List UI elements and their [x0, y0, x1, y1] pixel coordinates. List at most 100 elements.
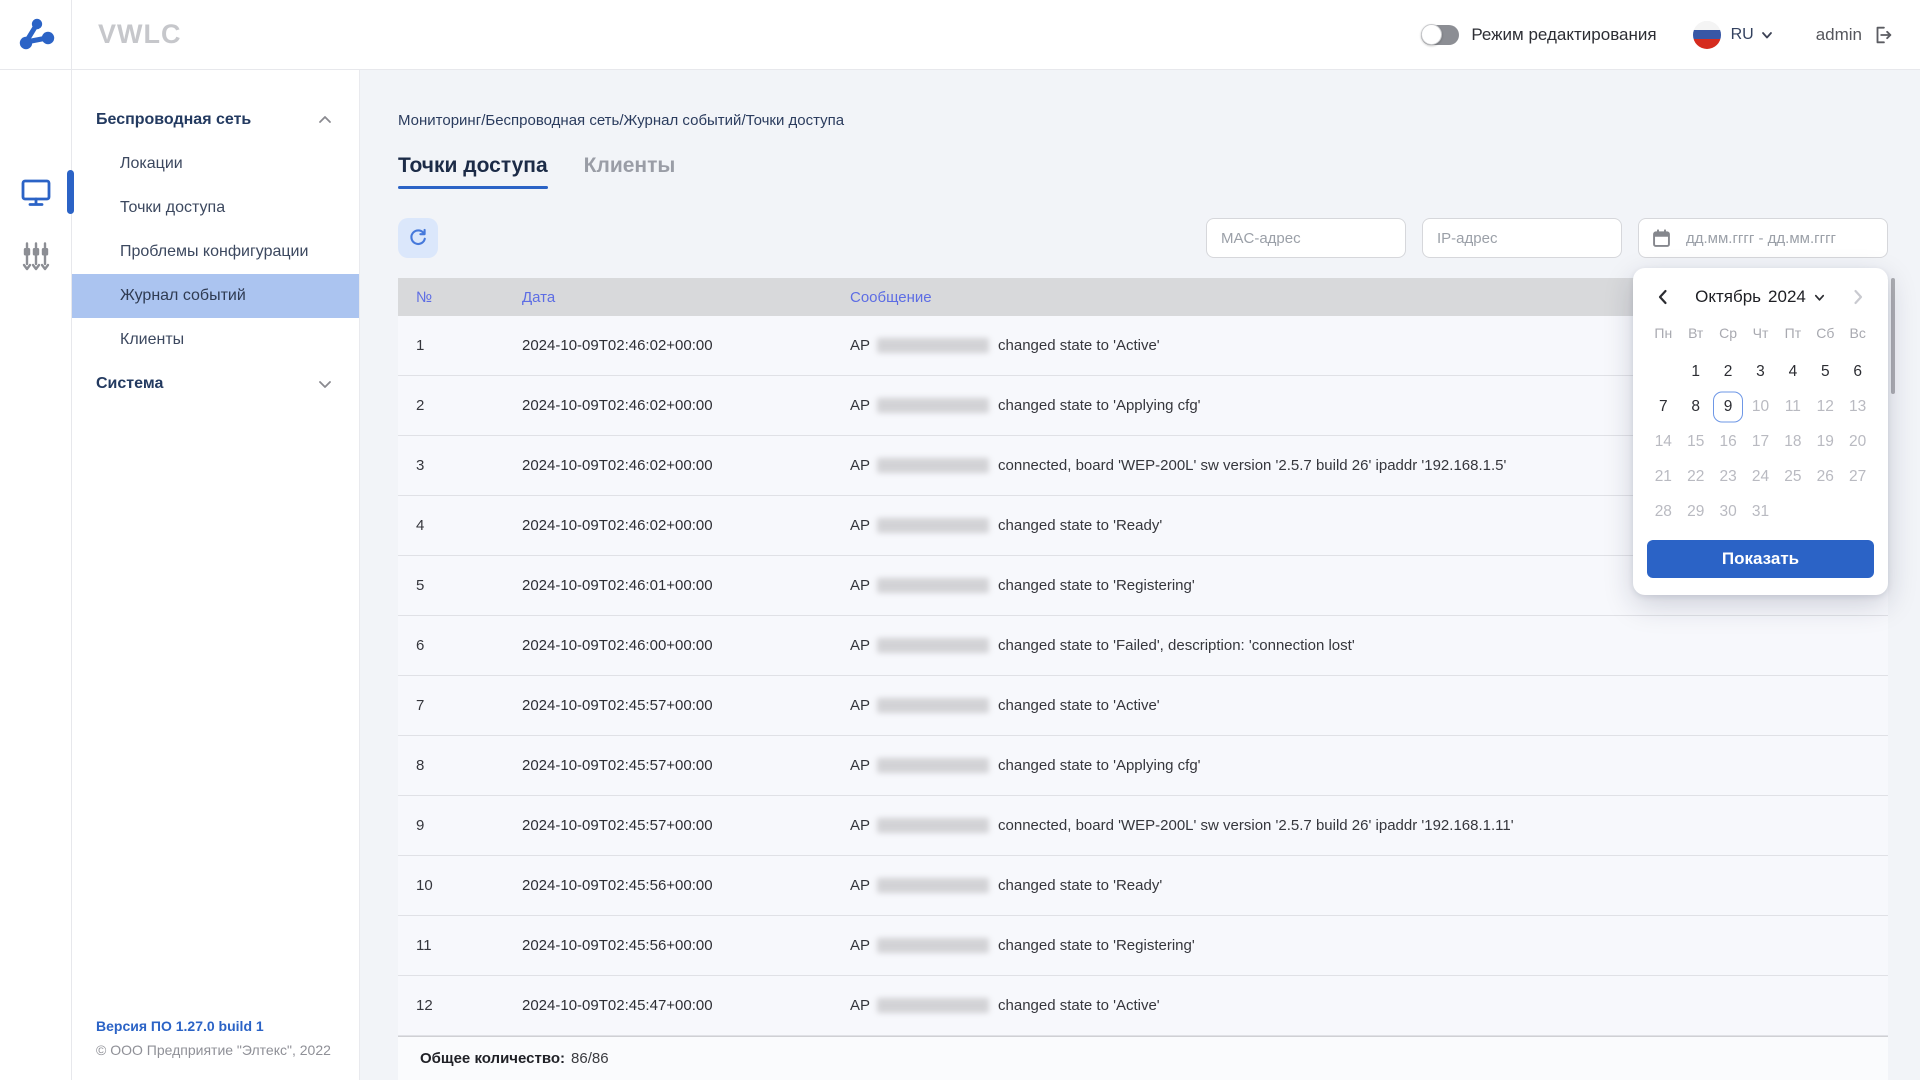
calendar-day-empty [1777, 494, 1809, 529]
message-prefix: AP [850, 937, 870, 954]
edit-mode-toggle[interactable] [1421, 25, 1459, 45]
content-area: Мониторинг/Беспроводная сеть/Журнал собы… [360, 70, 1920, 1080]
sidebar-item[interactable]: Клиенты [72, 318, 359, 362]
software-version-link[interactable]: Версия ПО 1.27.0 build 1 [96, 1018, 331, 1034]
calendar-day-28[interactable]: 28 [1647, 494, 1679, 529]
tab-access-points[interactable]: Точки доступа [398, 154, 548, 189]
date-range-placeholder: дд.мм.гггг - дд.мм.гггг [1686, 230, 1836, 247]
column-header-date[interactable]: Дата [522, 289, 850, 306]
calendar-day-26[interactable]: 26 [1809, 459, 1841, 494]
calendar-day-11[interactable]: 11 [1777, 389, 1809, 424]
sidebar-item[interactable]: Локации [72, 142, 359, 186]
cell-num: 2 [398, 397, 522, 414]
sidebar-item[interactable]: Журнал событий [72, 274, 359, 318]
chevron-down-icon [1813, 291, 1826, 304]
column-header-num[interactable]: № [398, 289, 522, 306]
date-picker-popup: Октябрь 2024 ПнВтСрЧтПтСбВс 123456789101… [1633, 268, 1888, 595]
redacted-mac [877, 578, 989, 593]
topbar-right: Режим редактирования RU admin [1421, 21, 1920, 49]
table-row[interactable]: 12 2024-10-09T02:45:47+00:00 AP changed … [398, 976, 1888, 1036]
table-row[interactable]: 7 2024-10-09T02:45:57+00:00 AP changed s… [398, 676, 1888, 736]
calendar-day-1[interactable]: 1 [1680, 354, 1712, 389]
table-row[interactable]: 9 2024-10-09T02:45:57+00:00 AP connected… [398, 796, 1888, 856]
calendar-day-10[interactable]: 10 [1744, 389, 1776, 424]
calendar-day-24[interactable]: 24 [1744, 459, 1776, 494]
cell-num: 6 [398, 637, 522, 654]
weekday-label: Чт [1744, 320, 1776, 346]
sidebar-footer: Версия ПО 1.27.0 build 1 © ООО Предприят… [96, 1018, 331, 1058]
month-year-selector[interactable]: Октябрь 2024 [1695, 287, 1826, 307]
active-section-indicator [67, 170, 74, 214]
mac-address-input[interactable] [1206, 218, 1406, 258]
date-range-input[interactable]: дд.мм.гггг - дд.мм.гггг [1638, 218, 1888, 258]
calendar-day-21[interactable]: 21 [1647, 459, 1679, 494]
calendar-day-18[interactable]: 18 [1777, 424, 1809, 459]
calendar-day-23[interactable]: 23 [1712, 459, 1744, 494]
sidebar-item[interactable]: Проблемы конфигурации [72, 230, 359, 274]
calendar-day-30[interactable]: 30 [1712, 494, 1744, 529]
nav-monitoring[interactable] [0, 169, 72, 215]
cell-message: AP changed state to 'Registering' [850, 937, 1888, 954]
refresh-button[interactable] [398, 218, 438, 258]
calendar-day-31[interactable]: 31 [1744, 494, 1776, 529]
table-row[interactable]: 8 2024-10-09T02:45:57+00:00 AP changed s… [398, 736, 1888, 796]
tab-clients[interactable]: Клиенты [584, 154, 676, 189]
menu-items: Локации Точки доступа Проблемы конфигура… [72, 142, 359, 362]
redacted-mac [877, 938, 989, 953]
calendar-day-16[interactable]: 16 [1712, 424, 1744, 459]
sidebar-item-label: Проблемы конфигурации [120, 243, 308, 261]
language-selector[interactable]: RU [1693, 21, 1774, 49]
calendar-day-27[interactable]: 27 [1841, 459, 1873, 494]
calendar-day-14[interactable]: 14 [1647, 424, 1679, 459]
show-button[interactable]: Показать [1647, 540, 1874, 578]
calendar-day-7[interactable]: 7 [1647, 389, 1679, 424]
sidebar-item[interactable]: Точки доступа [72, 186, 359, 230]
cell-date: 2024-10-09T02:45:57+00:00 [522, 757, 850, 774]
user-menu[interactable]: admin [1816, 24, 1894, 46]
ip-address-input[interactable] [1422, 218, 1622, 258]
logo-cell[interactable] [0, 0, 72, 70]
calendar-day-12[interactable]: 12 [1809, 389, 1841, 424]
calendar-day-25[interactable]: 25 [1777, 459, 1809, 494]
calendar-days: 1234567891011121314151617181920212223242… [1647, 354, 1874, 529]
calendar-day-empty [1647, 354, 1679, 389]
topbar: VWLC Режим редактирования RU admin [0, 0, 1920, 70]
calendar-day-2[interactable]: 2 [1712, 354, 1744, 389]
calendar-day-19[interactable]: 19 [1809, 424, 1841, 459]
calendar-day-8[interactable]: 8 [1680, 389, 1712, 424]
eltex-logo-icon [16, 16, 56, 54]
sidebar-item-label: Журнал событий [120, 287, 246, 305]
table-row[interactable]: 10 2024-10-09T02:45:56+00:00 AP changed … [398, 856, 1888, 916]
redacted-mac [877, 638, 989, 653]
calendar-day-22[interactable]: 22 [1680, 459, 1712, 494]
cell-message: AP changed state to 'Ready' [850, 877, 1888, 894]
message-text: changed state to 'Active' [998, 337, 1160, 354]
redacted-mac [877, 338, 989, 353]
calendar-day-3[interactable]: 3 [1744, 354, 1776, 389]
prev-month-button[interactable] [1652, 286, 1674, 308]
menu-section-wireless[interactable]: Беспроводная сеть [72, 98, 359, 142]
table-row[interactable]: 6 2024-10-09T02:46:00+00:00 AP changed s… [398, 616, 1888, 676]
calendar-day-9[interactable]: 9 [1712, 389, 1744, 424]
cell-num: 3 [398, 457, 522, 474]
cell-num: 10 [398, 877, 522, 894]
logout-icon[interactable] [1872, 24, 1894, 46]
table-scrollbar-thumb[interactable] [1891, 278, 1895, 394]
calendar-day-5[interactable]: 5 [1809, 354, 1841, 389]
calendar-day-20[interactable]: 20 [1841, 424, 1873, 459]
calendar-month: Октябрь [1695, 287, 1761, 307]
calendar-day-17[interactable]: 17 [1744, 424, 1776, 459]
calendar-day-15[interactable]: 15 [1680, 424, 1712, 459]
menu-section-system[interactable]: Система [72, 362, 359, 406]
calendar-day-4[interactable]: 4 [1777, 354, 1809, 389]
monitor-icon [19, 176, 53, 208]
next-month-button[interactable] [1847, 286, 1869, 308]
cell-message: AP changed state to 'Active' [850, 697, 1888, 714]
calendar-day-6[interactable]: 6 [1841, 354, 1873, 389]
calendar-weekdays: ПнВтСрЧтПтСбВс [1647, 320, 1874, 346]
nav-settings[interactable] [0, 233, 72, 279]
table-row[interactable]: 11 2024-10-09T02:45:56+00:00 AP changed … [398, 916, 1888, 976]
app-title: VWLC [98, 19, 181, 50]
calendar-day-29[interactable]: 29 [1680, 494, 1712, 529]
calendar-day-13[interactable]: 13 [1841, 389, 1873, 424]
